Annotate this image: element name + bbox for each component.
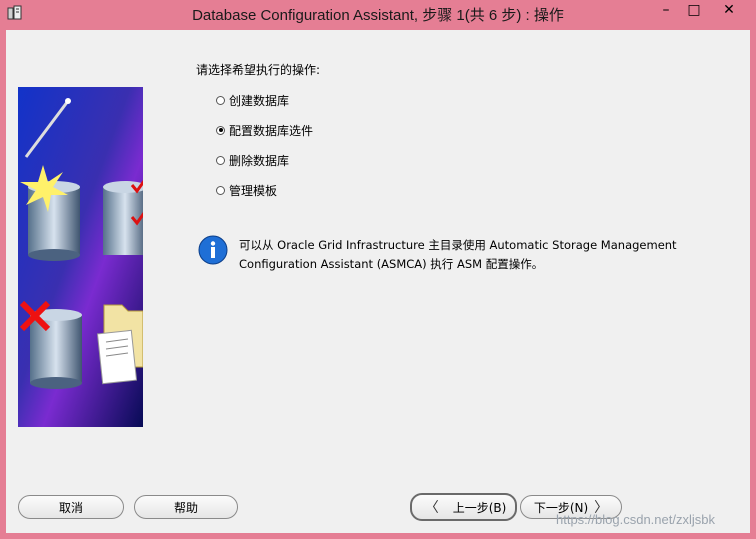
radio-button[interactable] [216,185,225,195]
window-title: Database Configuration Assistant, 步骤 1(共… [192,7,564,24]
option-configure-database[interactable]: 配置数据库选件 [216,115,313,145]
operation-options: 创建数据库 配置数据库选件 删除数据库 管理模板 [216,85,313,205]
option-label: 创建数据库 [229,93,290,108]
watermark-url: https://blog.csdn.net/zxljsbk [556,512,715,527]
title-bar[interactable]: Database Configuration Assistant, 步骤 1(共… [0,0,756,26]
wizard-illustration [18,87,143,427]
dialog-content: 请选择希望执行的操作: 创建数据库 配置数据库选件 删除数据库 管理模板 可以从… [6,30,750,533]
option-label: 配置数据库选件 [229,123,314,138]
help-button[interactable]: 帮助 [134,495,238,519]
cancel-label: 取消 [58,500,83,515]
radio-button-selected[interactable] [216,125,225,135]
radio-button[interactable] [216,95,225,105]
option-label: 管理模板 [229,183,278,198]
prompt-label: 请选择希望执行的操作: [196,63,321,77]
help-label: 帮助 [173,500,198,515]
info-icon [198,235,228,265]
maximize-button[interactable]: □ [677,0,711,20]
chevron-left-icon: 〈 [424,500,439,516]
close-button[interactable]: ✕ [712,0,746,20]
database-delete-icon [19,300,82,389]
option-manage-templates[interactable]: 管理模板 [216,175,313,205]
radio-button[interactable] [216,155,225,165]
database-configure-icon [103,180,143,255]
dialog-window: Database Configuration Assistant, 步骤 1(共… [0,0,756,539]
option-create-database[interactable]: 创建数据库 [216,85,313,115]
info-text: 可以从 Oracle Grid Infrastructure 主目录使用 Aut… [239,238,677,271]
cancel-button[interactable]: 取消 [18,495,124,519]
option-label: 删除数据库 [229,153,290,168]
back-button[interactable]: 〈 上一步(B) [410,493,517,521]
option-delete-database[interactable]: 删除数据库 [216,145,313,175]
back-label: 上一步(B) [452,500,507,515]
